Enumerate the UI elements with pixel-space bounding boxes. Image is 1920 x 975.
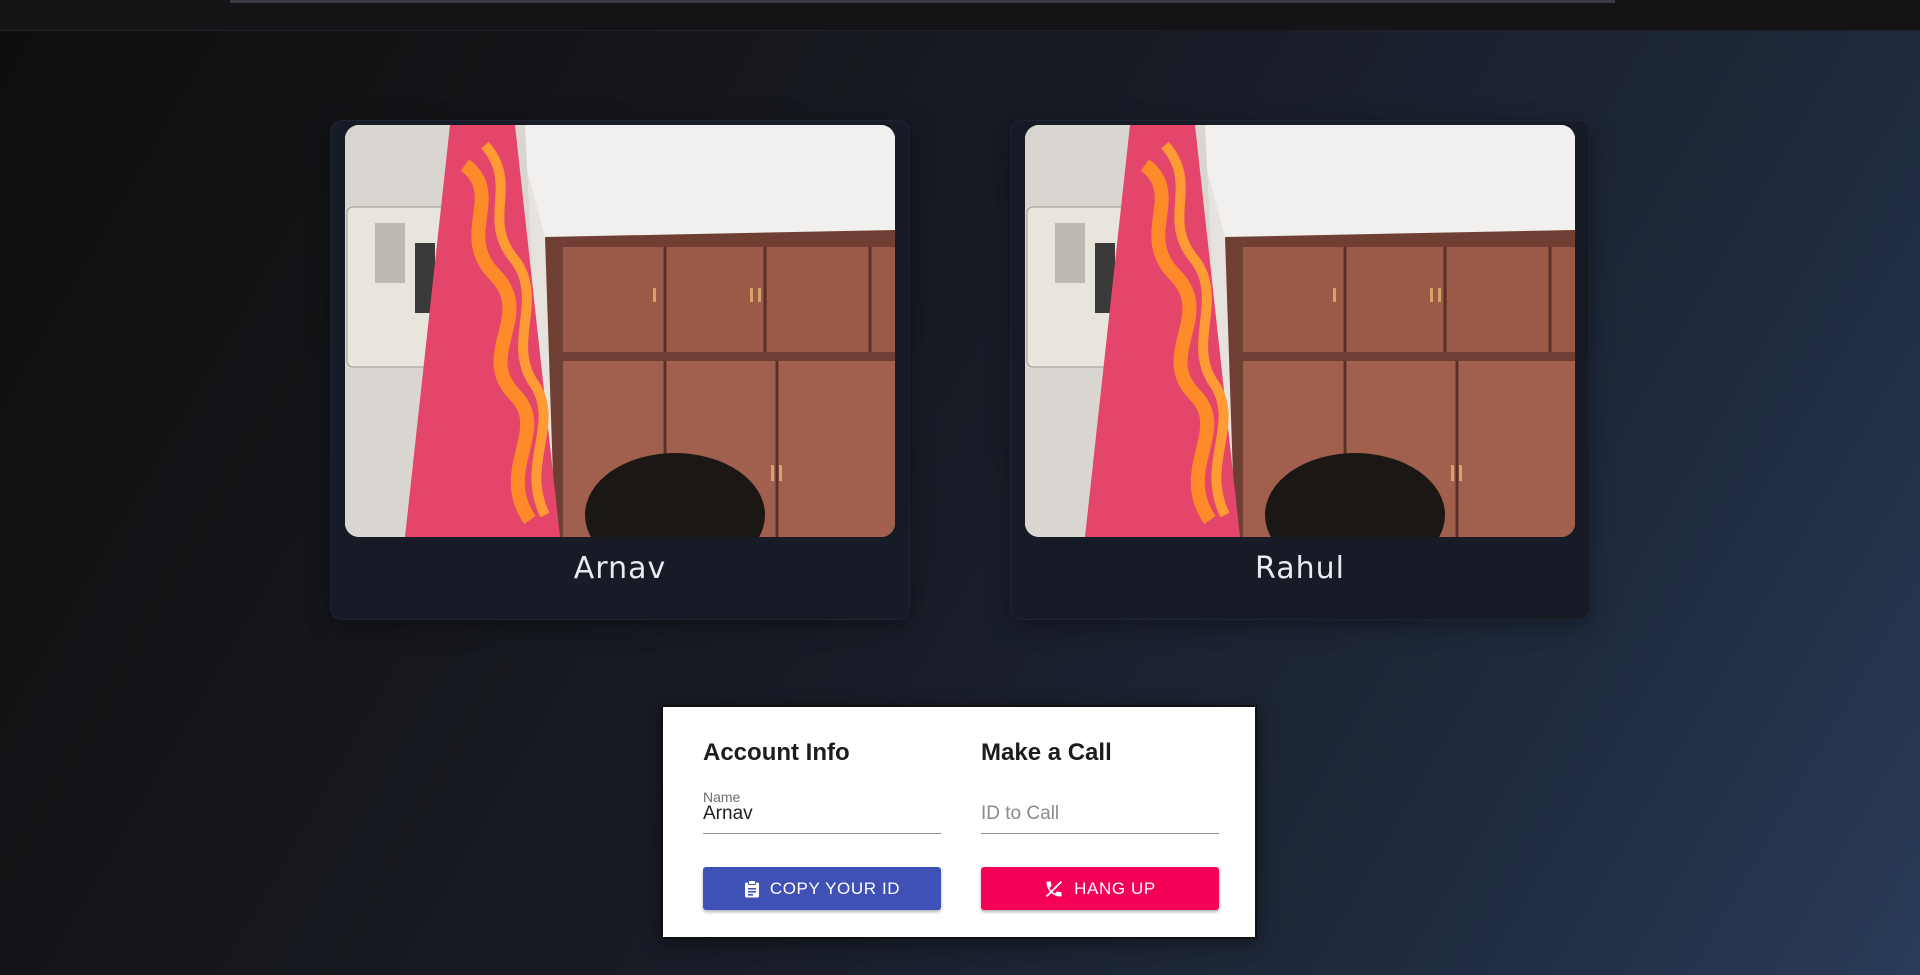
clipboard-icon: [744, 879, 760, 898]
make-call-section: Make a Call: [981, 739, 1219, 834]
my-video-stream[interactable]: [345, 125, 895, 537]
phone-disabled-icon: [1044, 879, 1064, 899]
name-field: Name: [703, 789, 941, 834]
account-info-title: Account Info: [703, 739, 850, 766]
copy-your-id-button[interactable]: COPY YOUR ID: [703, 867, 941, 910]
user-video-stream[interactable]: [1025, 125, 1575, 537]
user-video-card: Rahul: [1010, 120, 1590, 620]
hang-up-label: HANG UP: [1074, 878, 1156, 898]
copy-your-id-label: COPY YOUR ID: [769, 878, 901, 898]
my-video-card: Arnav: [330, 120, 910, 620]
make-call-title: Make a Call: [981, 739, 1112, 766]
hang-up-button[interactable]: HANG UP: [981, 867, 1219, 910]
account-info-section: Account Info Name: [703, 739, 941, 834]
browser-top-bar: [0, 0, 1920, 31]
name-input[interactable]: [703, 803, 941, 825]
id-to-call-field: [981, 789, 1219, 834]
id-to-call-input[interactable]: [981, 803, 1219, 825]
call-options-panel: Account Info Name Make a Call COPY YOUR …: [661, 705, 1257, 939]
tab-strip: [230, 0, 1615, 3]
my-name-label: Arnav: [573, 551, 667, 586]
user-name-label: Rahul: [1255, 551, 1345, 586]
